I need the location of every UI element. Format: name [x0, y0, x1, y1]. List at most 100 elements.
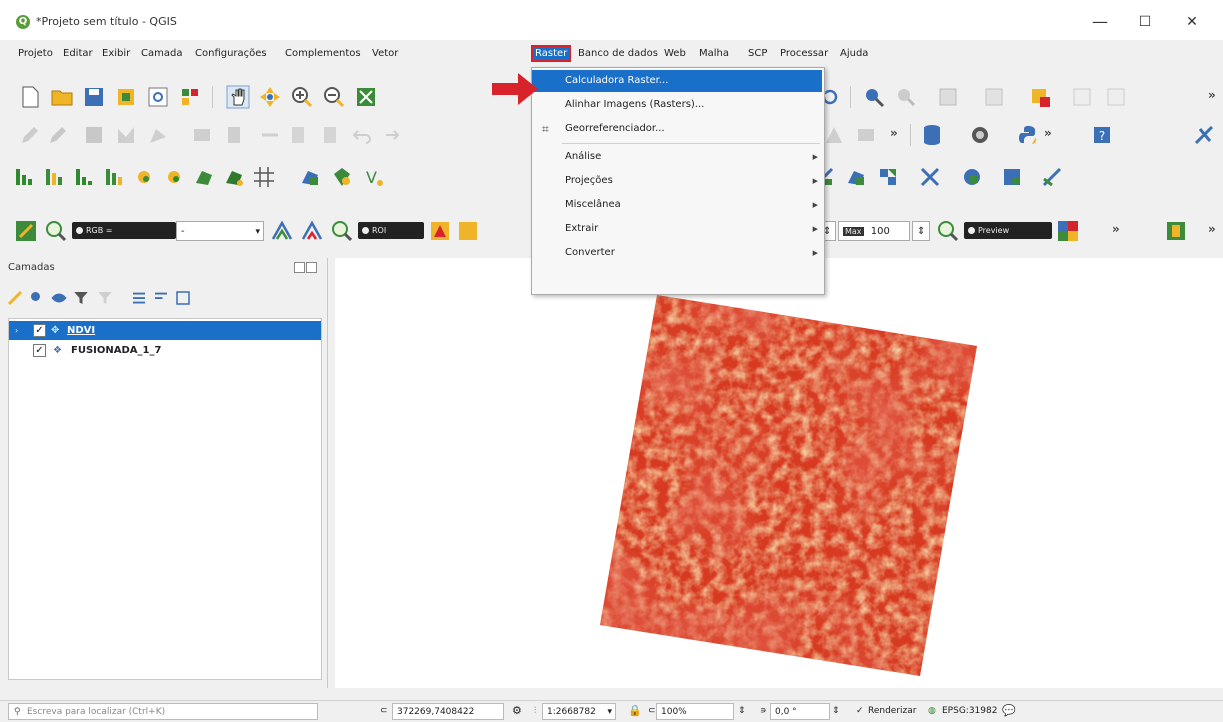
- add-raster-bar-icon[interactable]: [12, 165, 36, 189]
- locator-search-input[interactable]: ⚲ Escreva para localizar (Ctrl+K): [8, 703, 318, 720]
- paste-features-icon[interactable]: [318, 123, 342, 147]
- layout-manager-icon[interactable]: [146, 85, 170, 109]
- open-project-icon[interactable]: [50, 85, 74, 109]
- add-vector-icon[interactable]: [72, 165, 96, 189]
- expand-arrow-icon[interactable]: ›: [15, 321, 18, 340]
- expand-all-icon[interactable]: [130, 289, 148, 307]
- lock-scale-icon[interactable]: 🔒: [628, 704, 642, 717]
- deselect-icon[interactable]: [982, 85, 1006, 109]
- menu-item-georeferencer[interactable]: ⌗ Georreferenciador...: [532, 118, 822, 140]
- roi-chip[interactable]: ROI: [358, 222, 424, 239]
- add-mesh-layer-icon[interactable]: [876, 165, 900, 189]
- toolbar-overflow-icon[interactable]: »: [890, 126, 898, 140]
- scp-band-set-icon[interactable]: [1164, 219, 1188, 243]
- help-contents-icon[interactable]: ?: [1090, 123, 1114, 147]
- menu-item-converter[interactable]: Converter ▶: [532, 242, 822, 264]
- local-std-dev-stretch-icon[interactable]: [300, 219, 324, 243]
- classification-preview-icon[interactable]: [1056, 219, 1080, 243]
- add-spatialite-icon[interactable]: [844, 165, 868, 189]
- labels-icon[interactable]: [822, 123, 846, 147]
- modify-attributes-icon[interactable]: [190, 123, 214, 147]
- save-project-icon[interactable]: [82, 85, 106, 109]
- maximize-button[interactable]: ☐: [1125, 10, 1165, 34]
- max-spin[interactable]: ⇕: [912, 221, 930, 241]
- remove-layer-icon[interactable]: [174, 289, 192, 307]
- toolbar-overflow-icon[interactable]: »: [1044, 126, 1052, 140]
- rgb-composite-chip[interactable]: RGB =: [72, 222, 176, 239]
- pan-to-selection-icon[interactable]: [258, 85, 282, 109]
- copy-features-icon[interactable]: [286, 123, 310, 147]
- layer-item-fusionada[interactable]: ✓ ❖ FUSIONADA_1_7: [9, 341, 321, 360]
- render-checkbox[interactable]: ✓: [856, 706, 864, 716]
- cut-features-icon[interactable]: [258, 123, 282, 147]
- toggle-extents-icon[interactable]: ⚙: [512, 704, 522, 717]
- manage-map-themes-icon[interactable]: [50, 289, 68, 307]
- zoom-out-icon[interactable]: [322, 85, 346, 109]
- add-wms-icon[interactable]: [102, 165, 126, 189]
- close-button[interactable]: ✕: [1172, 10, 1212, 34]
- rgb-combo[interactable]: - ▾: [176, 221, 264, 241]
- redo-roi-icon[interactable]: [456, 219, 480, 243]
- magnifier-field[interactable]: 100%: [656, 703, 734, 720]
- add-wcs-icon[interactable]: [330, 165, 354, 189]
- measure-icon[interactable]: [1028, 85, 1052, 109]
- open-layer-styling-icon[interactable]: [6, 289, 24, 307]
- plugin-tool-icon[interactable]: [1192, 123, 1216, 147]
- local-cumulative-stretch-icon[interactable]: [270, 219, 294, 243]
- menu-ajuda[interactable]: Ajuda: [840, 48, 868, 59]
- menu-item-miscelanea[interactable]: Miscelânea ▶: [532, 194, 822, 216]
- panel-close-icon[interactable]: [306, 262, 317, 273]
- zoom-full-icon[interactable]: [354, 85, 378, 109]
- menu-configuracoes[interactable]: Configurações: [195, 48, 267, 59]
- identify-features-icon[interactable]: [862, 85, 886, 109]
- layer-visibility-checkbox[interactable]: ✓: [33, 324, 46, 337]
- new-print-layout-icon[interactable]: [114, 85, 138, 109]
- panel-float-icon[interactable]: [294, 262, 305, 273]
- menu-vetor[interactable]: Vetor: [372, 48, 398, 59]
- map-canvas[interactable]: [335, 258, 1223, 688]
- scp-dock-icon[interactable]: [14, 219, 38, 243]
- menu-exibir[interactable]: Exibir: [102, 48, 130, 59]
- add-wfs-icon[interactable]: [298, 165, 322, 189]
- zoom-to-roi-icon[interactable]: [330, 219, 354, 243]
- toolbar-overflow-icon[interactable]: »: [1208, 222, 1216, 236]
- add-raster-icon[interactable]: [42, 165, 66, 189]
- label-toolbar-icon[interactable]: [854, 123, 878, 147]
- menu-item-analise[interactable]: Análise ▶: [532, 146, 822, 168]
- menu-web[interactable]: Web: [664, 48, 686, 59]
- max-field[interactable]: Max 100: [838, 221, 910, 241]
- add-feature-icon[interactable]: [114, 123, 138, 147]
- delete-selected-icon[interactable]: [222, 123, 246, 147]
- python-console-icon[interactable]: [1016, 123, 1040, 147]
- messages-icon[interactable]: 💬: [1002, 704, 1016, 717]
- menu-editar[interactable]: Editar: [63, 48, 93, 59]
- statistics-icon[interactable]: [1070, 85, 1094, 109]
- style-manager-icon[interactable]: [178, 85, 202, 109]
- add-group-icon[interactable]: [28, 289, 46, 307]
- rotation-field[interactable]: 0,0 °: [770, 703, 830, 720]
- add-line-layer-icon[interactable]: [162, 165, 186, 189]
- undo-icon[interactable]: [350, 123, 374, 147]
- menu-camada[interactable]: Camada: [141, 48, 182, 59]
- scale-field[interactable]: 1:2668782 ▾: [542, 703, 616, 720]
- coordinate-field[interactable]: 372269,7408422: [392, 703, 504, 720]
- preview-chip[interactable]: Preview: [964, 222, 1052, 239]
- database-icon[interactable]: [920, 123, 944, 147]
- add-virtual-layer-icon[interactable]: [222, 165, 246, 189]
- new-project-icon[interactable]: [18, 85, 42, 109]
- add-grid-layer-icon[interactable]: [252, 165, 276, 189]
- redo-icon[interactable]: [378, 123, 402, 147]
- add-oracle-icon[interactable]: [960, 165, 984, 189]
- map-tips-icon[interactable]: [1104, 85, 1128, 109]
- minimize-button[interactable]: —: [1080, 10, 1120, 34]
- crs-button[interactable]: EPSG:31982: [942, 706, 997, 716]
- toolbar-overflow-icon[interactable]: »: [1208, 88, 1216, 102]
- spin-icon[interactable]: ⇕: [832, 706, 840, 716]
- menu-item-projecoes[interactable]: Projeções ▶: [532, 170, 822, 192]
- grass-tools-icon[interactable]: [968, 123, 992, 147]
- menu-projeto[interactable]: Projeto: [18, 48, 53, 59]
- toolbar-overflow-icon[interactable]: »: [1112, 222, 1120, 236]
- add-arcgis-icon[interactable]: [1040, 165, 1064, 189]
- pencil-edit-icon[interactable]: [18, 123, 42, 147]
- layer-visibility-checkbox[interactable]: ✓: [33, 344, 46, 357]
